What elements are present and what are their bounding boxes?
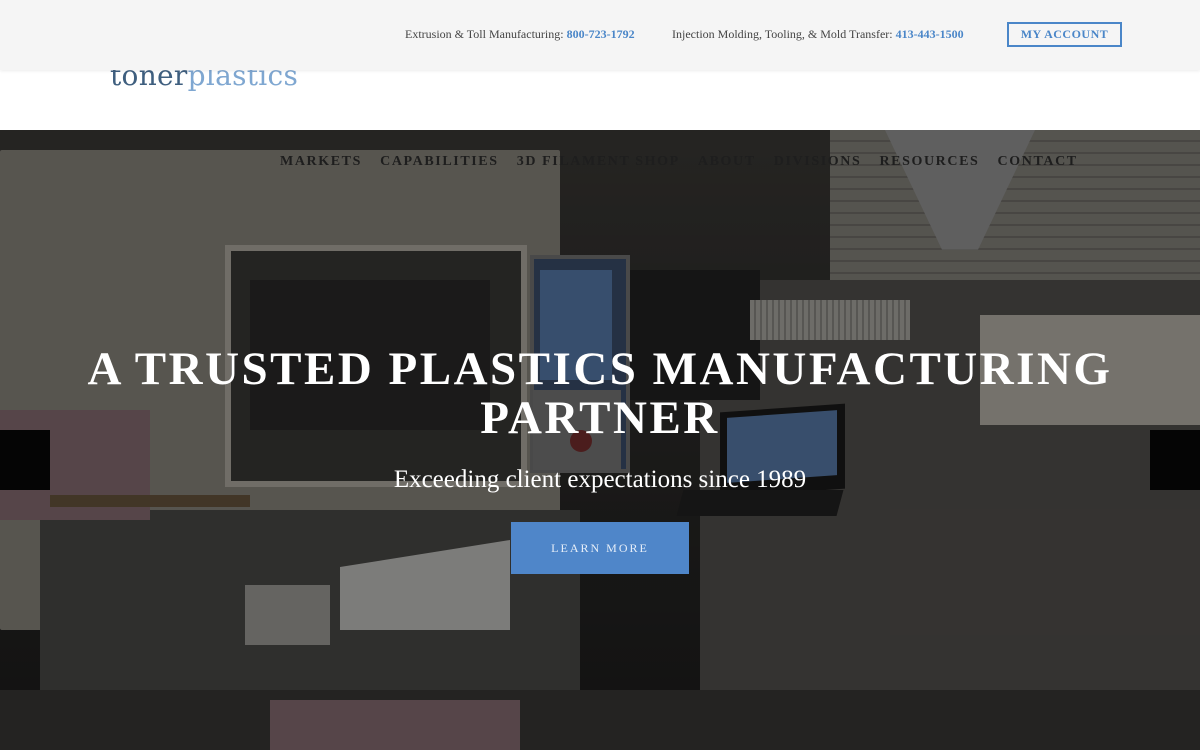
molding-label: Injection Molding, Tooling, & Mold Trans…: [672, 27, 896, 41]
molding-contact: Injection Molding, Tooling, & Mold Trans…: [672, 27, 964, 42]
extrusion-contact: Extrusion & Toll Manufacturing: 800-723-…: [405, 27, 635, 42]
nav-item-capabilities[interactable]: CAPABILITIES: [380, 154, 499, 170]
nav-item-resources[interactable]: RESOURCES: [879, 154, 979, 170]
slider-next-arrow[interactable]: [1150, 430, 1200, 490]
nav-item-about[interactable]: ABOUT: [698, 154, 756, 170]
nav-item-divisions[interactable]: DIVISIONS: [774, 154, 862, 170]
nav-item-3d-filament-shop[interactable]: 3D FILAMENT SHOP: [517, 154, 680, 170]
molding-phone-link[interactable]: 413-443-1500: [896, 27, 964, 41]
top-contact-bar: Extrusion & Toll Manufacturing: 800-723-…: [0, 0, 1200, 70]
my-account-button[interactable]: MY ACCOUNT: [1007, 22, 1122, 47]
hero-title: A TRUSTED PLASTICS MANUFACTURING PARTNER: [87, 343, 1113, 444]
extrusion-phone-link[interactable]: 800-723-1792: [567, 27, 635, 41]
hero-subtitle: Exceeding client expectations since 1989: [393, 466, 807, 493]
nav-item-contact[interactable]: CONTACT: [998, 154, 1078, 170]
logo-band: tonerplastics: [0, 59, 1200, 130]
slider-prev-arrow[interactable]: [0, 430, 50, 490]
learn-more-button[interactable]: LEARN MORE: [511, 522, 689, 574]
nav-item-markets[interactable]: MARKETS: [280, 154, 362, 170]
extrusion-label: Extrusion & Toll Manufacturing:: [405, 27, 567, 41]
main-nav: MARKETS CAPABILITIES 3D FILAMENT SHOP AB…: [280, 154, 1091, 170]
